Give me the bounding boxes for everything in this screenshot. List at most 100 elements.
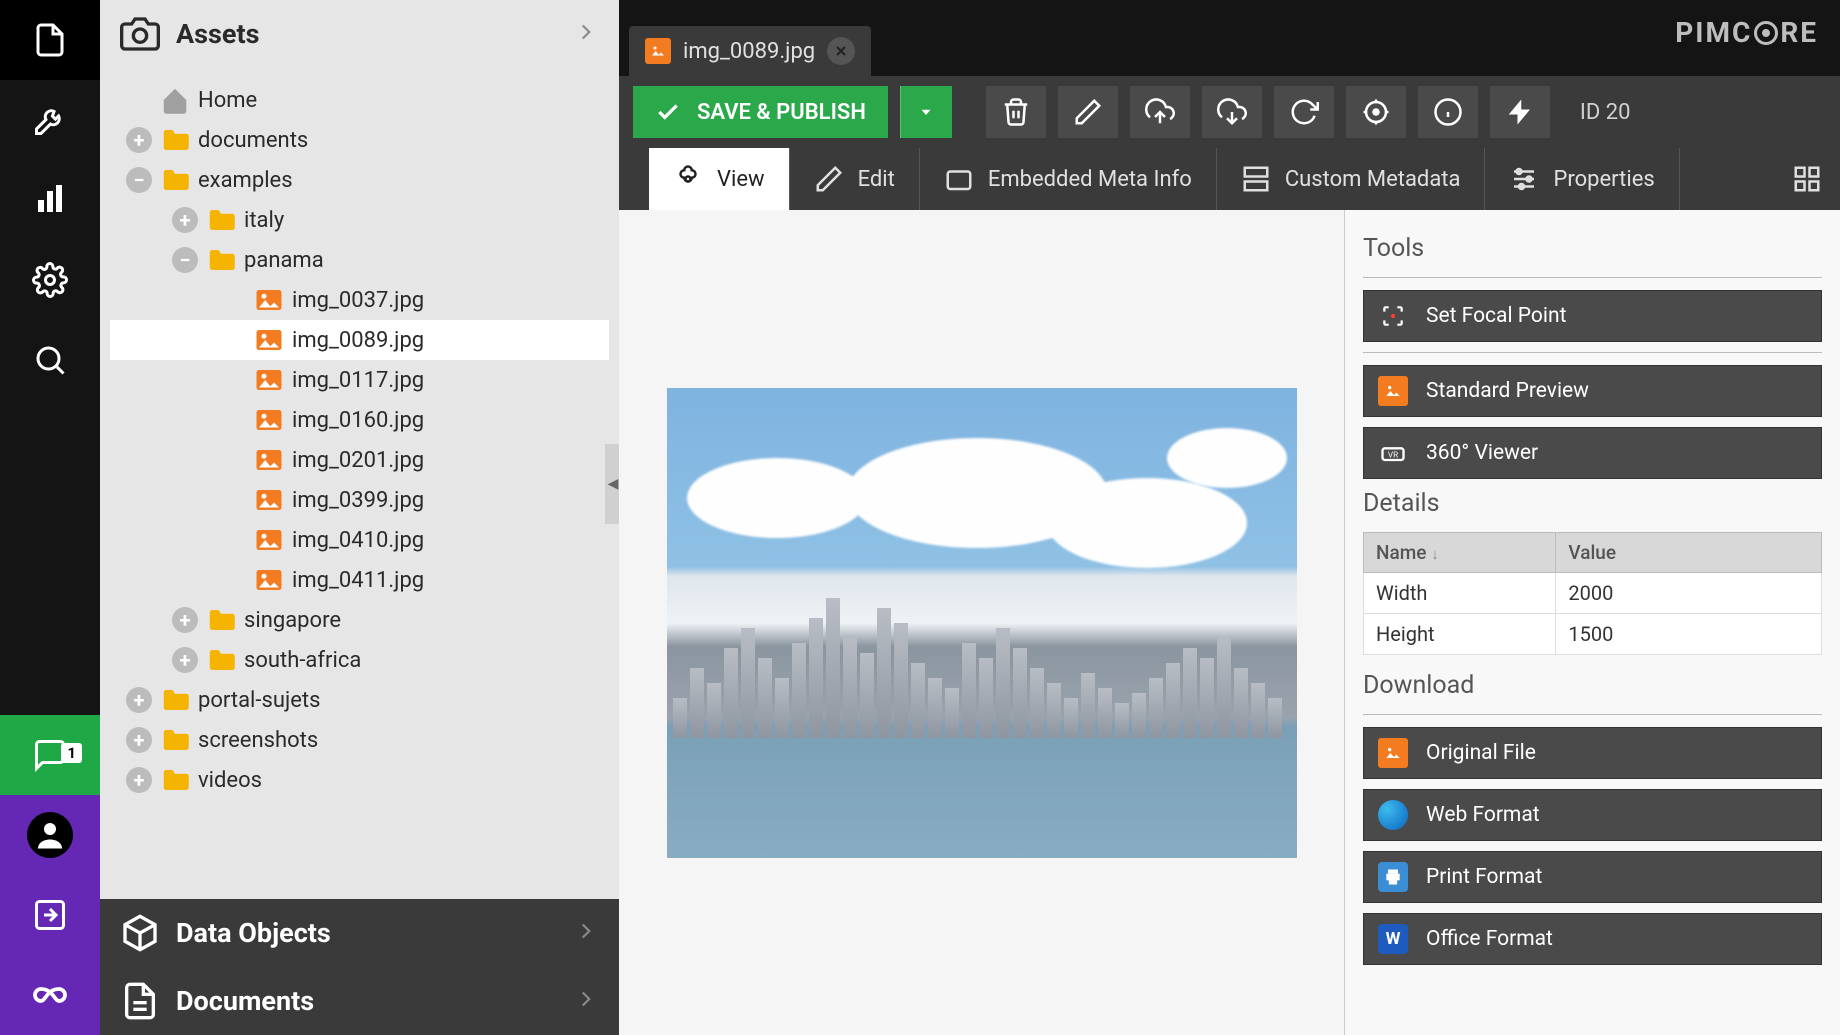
cloud-upload-icon [1145, 97, 1175, 127]
tab-view[interactable]: View [649, 148, 790, 210]
rail-chart-icon[interactable] [0, 160, 100, 240]
save-dropdown-button[interactable] [900, 86, 952, 138]
expand-icon[interactable]: + [126, 727, 152, 753]
sort-down-icon: ↓ [1431, 545, 1439, 563]
sidebar-collapse-handle[interactable]: ◀ [605, 444, 619, 524]
left-rail: 1 [0, 0, 100, 1035]
layout-icon [1241, 164, 1271, 194]
download-print-button[interactable]: Print Format [1363, 851, 1822, 903]
image-icon [254, 525, 284, 555]
svg-text:VR: VR [1388, 450, 1398, 460]
expand-icon[interactable]: + [172, 207, 198, 233]
tree-folder-documents[interactable]: +documents [110, 120, 609, 160]
download-button[interactable] [1202, 86, 1262, 138]
main-area: PIMCRE img_0089.jpg SAVE & PUBLISH ID 20… [619, 0, 1840, 1035]
tree-image-file[interactable]: img_0201.jpg [110, 440, 609, 480]
tree-image-file[interactable]: img_0411.jpg [110, 560, 609, 600]
panel-documents-header[interactable]: Documents [100, 967, 619, 1035]
table-row: Height1500 [1364, 614, 1822, 655]
grid-icon [1792, 164, 1822, 194]
download-web-button[interactable]: Web Format [1363, 789, 1822, 841]
folder-icon [206, 605, 236, 635]
image-icon [254, 445, 284, 475]
locate-button[interactable] [1346, 86, 1406, 138]
tree-image-file[interactable]: img_0117.jpg [110, 360, 609, 400]
asset-id-label: ID 20 [1580, 100, 1631, 125]
file-tab-bar: img_0089.jpg [619, 24, 1840, 76]
rail-user-icon[interactable] [0, 795, 100, 875]
rail-wrench-icon[interactable] [0, 80, 100, 160]
asset-preview-image [667, 388, 1297, 858]
tree-image-file[interactable]: img_0037.jpg [110, 280, 609, 320]
folder-icon [160, 685, 190, 715]
tree-folder-italy[interactable]: +italy [110, 200, 609, 240]
folder-icon [160, 165, 190, 195]
sidebar: Assets Home +documents −examples +italy … [100, 0, 619, 1035]
tab-edit[interactable]: Edit [790, 148, 920, 210]
expand-icon[interactable]: + [126, 767, 152, 793]
rail-file-icon[interactable] [0, 0, 100, 80]
collapse-icon[interactable]: − [172, 247, 198, 273]
expand-icon[interactable]: + [126, 687, 152, 713]
tree-folder-panama[interactable]: −panama [110, 240, 609, 280]
save-publish-button[interactable]: SAVE & PUBLISH [633, 86, 888, 138]
tree-image-file[interactable]: img_0089.jpg [110, 320, 609, 360]
360-viewer-button[interactable]: VR360° Viewer [1363, 427, 1822, 479]
tab-custom-metadata[interactable]: Custom Metadata [1217, 148, 1486, 210]
expand-icon[interactable]: + [126, 127, 152, 153]
tree-folder-south-africa[interactable]: +south-africa [110, 640, 609, 680]
download-original-button[interactable]: Original File [1363, 727, 1822, 779]
folder-icon [206, 205, 236, 235]
refresh-icon [1289, 97, 1319, 127]
rail-logout-icon[interactable] [0, 875, 100, 955]
delete-button[interactable] [986, 86, 1046, 138]
tree-folder-examples[interactable]: −examples [110, 160, 609, 200]
table-row: Width2000 [1364, 573, 1822, 614]
tree-home[interactable]: Home [110, 80, 609, 120]
toolbar: SAVE & PUBLISH ID 20 [619, 76, 1840, 148]
tab-properties[interactable]: Properties [1485, 148, 1679, 210]
tree-image-file[interactable]: img_0399.jpg [110, 480, 609, 520]
standard-preview-button[interactable]: Standard Preview [1363, 365, 1822, 417]
pencil-icon [1073, 97, 1103, 127]
info-button[interactable] [1418, 86, 1478, 138]
arrow-right-icon [573, 19, 599, 49]
close-tab-icon[interactable] [827, 37, 855, 65]
file-tab[interactable]: img_0089.jpg [629, 26, 871, 76]
download-office-button[interactable]: WOffice Format [1363, 913, 1822, 965]
panel-data-objects-header[interactable]: Data Objects [100, 899, 619, 967]
cloud-download-icon [1217, 97, 1247, 127]
tree-image-file[interactable]: img_0410.jpg [110, 520, 609, 560]
brand-logo: PIMCRE [1675, 16, 1818, 49]
tree-folder-videos[interactable]: +videos [110, 760, 609, 800]
tree-folder-singapore[interactable]: +singapore [110, 600, 609, 640]
expand-icon[interactable]: + [172, 607, 198, 633]
cube-icon [120, 913, 160, 953]
details-heading: Details [1363, 489, 1822, 518]
rename-button[interactable] [1058, 86, 1118, 138]
tab-embedded-meta[interactable]: Embedded Meta Info [920, 148, 1217, 210]
rail-notifications-icon[interactable]: 1 [0, 715, 100, 795]
collapse-icon[interactable]: − [126, 167, 152, 193]
expand-icon[interactable]: + [172, 647, 198, 673]
rail-search-icon[interactable] [0, 320, 100, 400]
col-name[interactable]: Name ↓ [1364, 533, 1556, 573]
upload-button[interactable] [1130, 86, 1190, 138]
rail-infinity-icon[interactable] [0, 955, 100, 1035]
workflow-button[interactable] [1490, 86, 1550, 138]
tab-more[interactable] [1774, 148, 1840, 210]
tree-image-file[interactable]: img_0160.jpg [110, 400, 609, 440]
col-value[interactable]: Value [1556, 533, 1822, 573]
tree-folder-screenshots[interactable]: +screenshots [110, 720, 609, 760]
folder-icon [160, 765, 190, 795]
vr-icon: VR [1378, 438, 1408, 468]
info-icon [1433, 97, 1463, 127]
set-focal-point-button[interactable]: Set Focal Point [1363, 290, 1822, 342]
panel-assets-header[interactable]: Assets [100, 0, 619, 68]
rail-gear-icon[interactable] [0, 240, 100, 320]
globe-icon [1378, 800, 1408, 830]
tree-folder-portal-sujets[interactable]: +portal-sujets [110, 680, 609, 720]
image-icon [254, 485, 284, 515]
refresh-button[interactable] [1274, 86, 1334, 138]
arrow-right-icon [573, 918, 599, 948]
